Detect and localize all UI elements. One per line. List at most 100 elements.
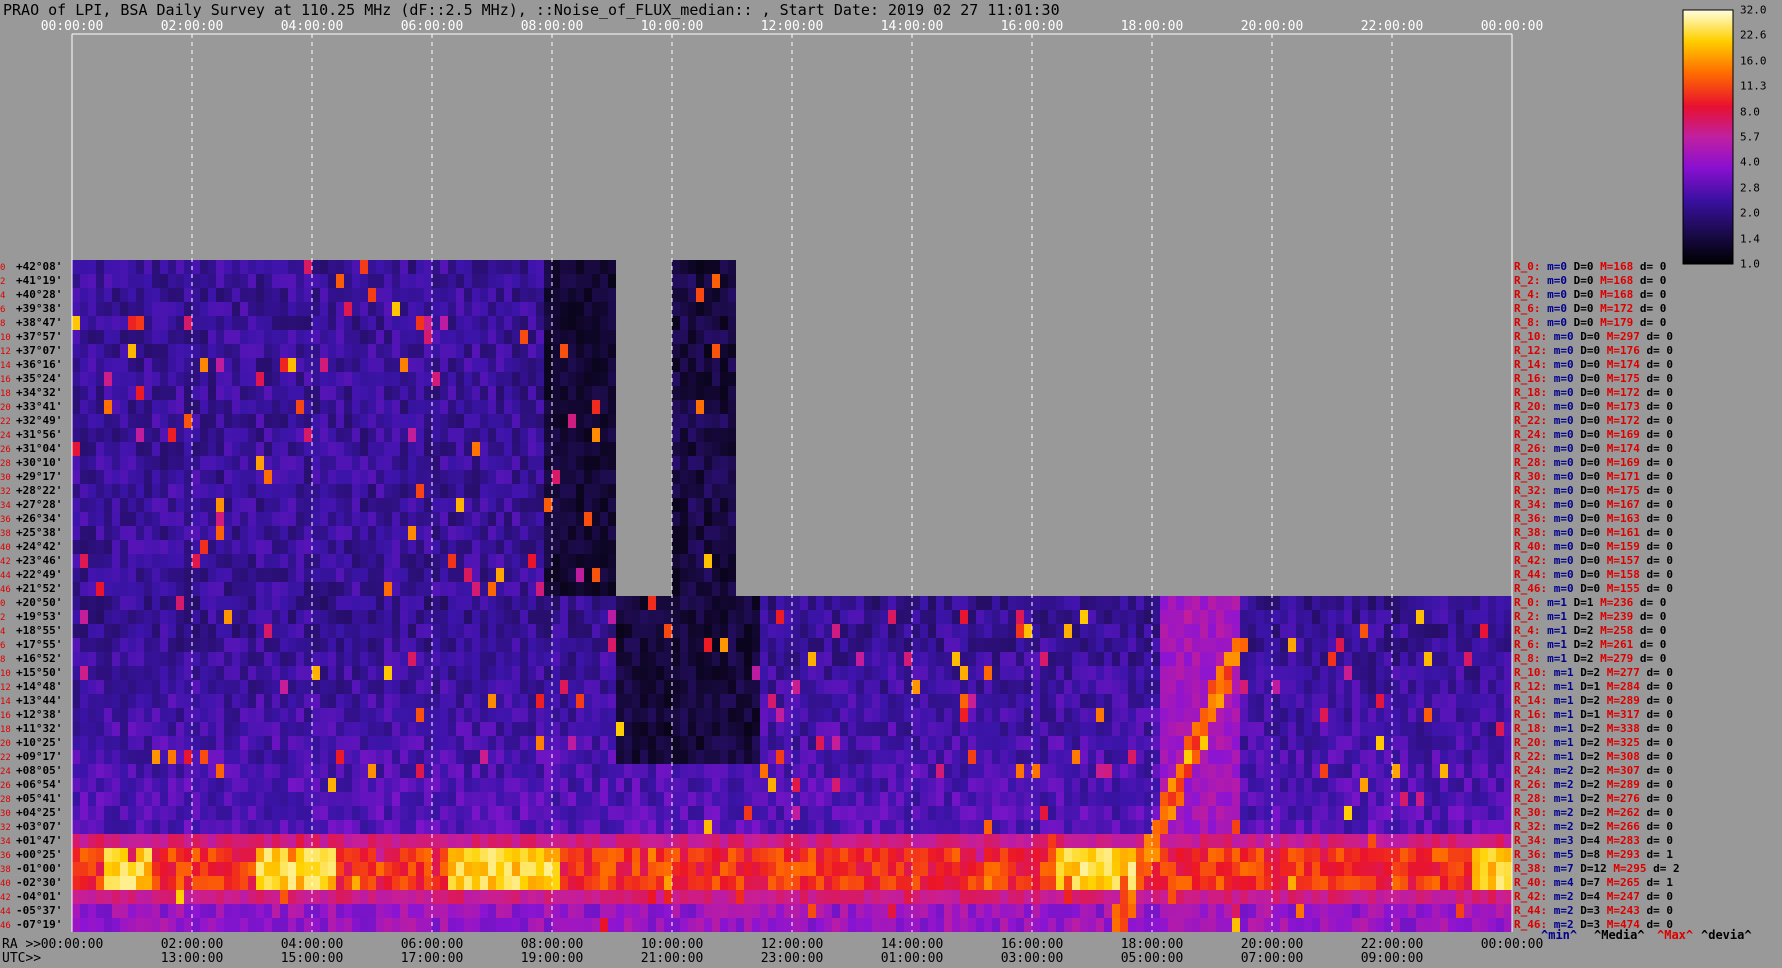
heatmap-cell [360,792,368,806]
heatmap-cell [88,400,96,414]
heatmap-cell [544,316,552,330]
heatmap-cell [96,596,104,610]
heatmap-cell [184,736,192,750]
heatmap-cell [256,372,264,386]
heatmap-cell [192,582,200,596]
heatmap-cell [1416,624,1424,638]
heatmap-cell [1160,750,1168,764]
heatmap-cell [1352,638,1360,652]
heatmap-cell [512,330,520,344]
heatmap-cell [280,554,288,568]
heatmap-cell [112,736,120,750]
heatmap-cell [80,274,88,288]
heatmap-cell [1192,624,1200,638]
heatmap-cell [776,820,784,834]
heatmap-cell [1432,666,1440,680]
heatmap-cell [416,330,424,344]
heatmap-cell [272,540,280,554]
heatmap-cell [768,750,776,764]
heatmap-cell [760,722,768,736]
heatmap-cell [688,302,696,316]
heatmap-cell [368,498,376,512]
heatmap-cell [720,750,728,764]
heatmap-cell [624,792,632,806]
heatmap-cell [312,680,320,694]
heatmap-cell [360,722,368,736]
heatmap-cell [1264,806,1272,820]
heatmap-cell [96,680,104,694]
heatmap-cell [768,708,776,722]
heatmap-cell [536,386,544,400]
heatmap-cell [152,680,160,694]
heatmap-cell [120,274,128,288]
heatmap-cell [88,442,96,456]
heatmap-cell [432,666,440,680]
heatmap-cell [688,442,696,456]
heatmap-cell [432,316,440,330]
heatmap-cell [504,764,512,778]
heatmap-cell [832,596,840,610]
heatmap-cell [120,442,128,456]
heatmap-cell [296,302,304,316]
heatmap-cell [176,456,184,470]
heatmap-cell [696,708,704,722]
heatmap-cell [1280,610,1288,624]
heatmap-cell [872,652,880,666]
heatmap-cell [352,428,360,442]
heatmap-cell [1496,792,1504,806]
heatmap-cell [224,764,232,778]
heatmap-cell [584,610,592,624]
heatmap-cell [176,666,184,680]
heatmap-cell [1272,820,1280,834]
heatmap-cell [600,638,608,652]
heatmap-cell [1328,624,1336,638]
heatmap-cell [256,498,264,512]
heatmap-cell [688,526,696,540]
heatmap-cell [344,568,352,582]
heatmap-cell [1080,694,1088,708]
heatmap-cell [96,414,104,428]
heatmap-cell [960,820,968,834]
heatmap-cell [616,666,624,680]
heatmap-cell [1312,708,1320,722]
heatmap-cell [224,610,232,624]
heatmap-cell [776,596,784,610]
heatmap-cell [864,638,872,652]
heatmap-cell [1112,596,1120,610]
heatmap-cell [1256,820,1264,834]
heatmap-cell [1400,806,1408,820]
heatmap-cell [120,344,128,358]
heatmap-cell [128,820,136,834]
heatmap-cell [216,288,224,302]
heatmap-cell [1320,820,1328,834]
heatmap-cell [128,316,136,330]
heatmap-cell [984,778,992,792]
heatmap-cell [392,764,400,778]
heatmap-cell [912,764,920,778]
heatmap-cell [1128,680,1136,694]
heatmap-cell [632,750,640,764]
heatmap-cell [384,736,392,750]
heatmap-cell [296,316,304,330]
heatmap-cell [776,792,784,806]
heatmap-cell [1272,666,1280,680]
heatmap-cell [488,372,496,386]
heatmap-cell [880,736,888,750]
heatmap-cell [560,512,568,526]
heatmap-cell [848,792,856,806]
heatmap-cell [256,540,264,554]
heatmap-cell [824,624,832,638]
heatmap-cell [280,792,288,806]
heatmap-cell [1144,680,1152,694]
heatmap-cell [1120,708,1128,722]
heatmap-cell [184,274,192,288]
heatmap-cell [112,540,120,554]
heatmap-cell [840,666,848,680]
heatmap-cell [800,638,808,652]
heatmap-cell [320,540,328,554]
heatmap-cell [608,680,616,694]
heatmap-cell [752,792,760,806]
heatmap-cell [208,414,216,428]
heatmap-cell [536,358,544,372]
heatmap-cell [360,778,368,792]
